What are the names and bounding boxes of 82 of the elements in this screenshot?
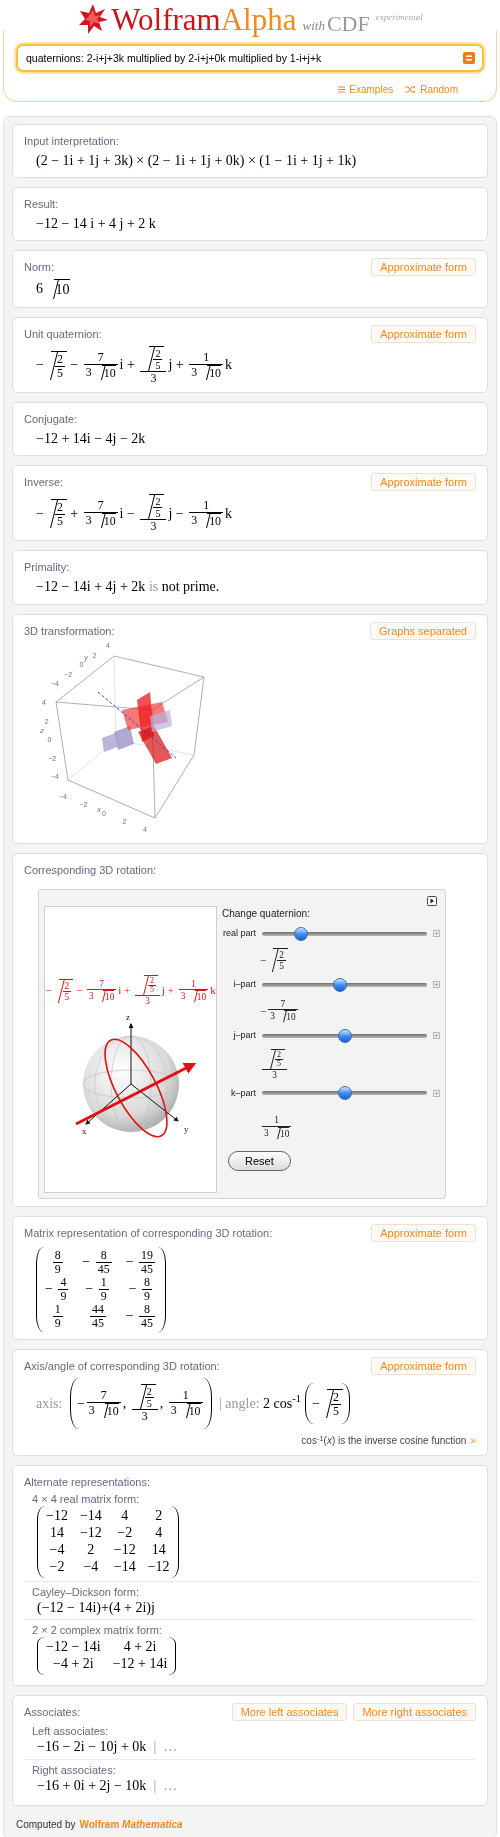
pod-option-button[interactable]: More right associates: [353, 1703, 476, 1721]
formula: 1 3 10: [261, 1115, 293, 1139]
formula: − 7 3 10: [260, 999, 299, 1023]
slider[interactable]: [262, 1028, 427, 1043]
slider-label: j–part: [232, 1028, 256, 1042]
expand-icon[interactable]: [433, 930, 440, 938]
formula: −12 − 14i + 4j + 2k is not prime.: [36, 578, 220, 597]
pod-title: Axis/angle of corresponding 3D rotation:: [24, 1359, 220, 1374]
logo-cdf: CDF: [326, 13, 370, 35]
pod-option-button[interactable]: Approximate form: [371, 473, 476, 492]
slider-label: real part: [222, 926, 256, 940]
slider[interactable]: [262, 977, 427, 992]
logo-wordmark: WolframAlpha: [111, 4, 297, 35]
pod-title: Result:: [24, 197, 59, 212]
original-solid: [102, 731, 120, 752]
formula: (2 − 1i + 1j + 3k) × (2 − 1i + 1j + 0k) × (1 − 1i + 1j + 1k): [36, 152, 357, 170]
axis-label: y: [183, 1124, 188, 1135]
pod-option-button[interactable]: Approximate form: [371, 1357, 476, 1376]
reset-button[interactable]: Reset: [228, 1150, 291, 1172]
section-title: 4 × 4 real matrix form:: [32, 1492, 141, 1507]
search-field[interactable]: quaternions: 2-i+j+3k multiplied by 2-i+j+0k multiplied by 1-i+j+k: [16, 44, 484, 72]
formula: −12 + 14i − 4j − 2k: [36, 429, 146, 448]
axis-label: y: [84, 652, 88, 662]
footer-text: Computed by: [16, 1817, 76, 1832]
pod-title: Inverse:: [24, 475, 64, 490]
expand-icon[interactable]: [433, 981, 440, 989]
slider[interactable]: [262, 926, 427, 941]
pod-title: 3D transformation:: [24, 623, 115, 638]
expand-icon[interactable]: [433, 1089, 440, 1097]
formula: (−12 − 14i)+(4 + 2i)j: [37, 1599, 155, 1617]
footnote: cos$^{-1}$(x) is the inverse cosine function: [301, 1433, 467, 1449]
formula: −12 −14 4 2 14 −12 −2 4 −4 2 −12 14 −2 −4 −14 −12: [37, 1506, 179, 1578]
header-link[interactable]: Examples: [338, 82, 394, 97]
section-title: Right associates:: [32, 1762, 117, 1777]
logo-star-icon: [77, 3, 110, 35]
pod-title: Corresponding 3D rotation:: [24, 862, 157, 877]
expand-icon[interactable]: [433, 1032, 440, 1040]
pod-title: Unit quaternion:: [24, 326, 102, 341]
axis-label: x: [97, 804, 101, 814]
list-icon: [338, 86, 346, 93]
slider[interactable]: [262, 1086, 427, 1101]
section-title: Cayley–Dickson form:: [32, 1584, 140, 1599]
logo-with: with: [302, 16, 325, 35]
pod-title: Primality:: [24, 560, 70, 575]
formula: −12 − 14i 4 + 2i −4 + 2i −12 + 14i: [37, 1637, 177, 1675]
pod-option-button[interactable]: Approximate form: [371, 258, 476, 277]
shuffle-icon: [405, 86, 417, 93]
axis-label: z: [40, 725, 44, 735]
pod-title: Alternate representations:: [24, 1475, 150, 1490]
axis-label: x: [81, 1126, 86, 1137]
header-link[interactable]: Random: [405, 82, 458, 97]
pod-option-button[interactable]: More left associates: [231, 1703, 348, 1721]
axis-label: z: [125, 1012, 130, 1023]
formula: − 2 5: [260, 948, 288, 972]
formula: −12 − 14 i + 4 j + 2 k: [36, 215, 156, 234]
slider-label: k–part: [230, 1086, 256, 1100]
pod-option-button[interactable]: Approximate form: [371, 324, 476, 343]
slider-thumb[interactable]: [332, 977, 347, 992]
pod-title: Input interpretation:: [24, 134, 119, 148]
equals-icon[interactable]: [463, 52, 475, 64]
pod-option-button[interactable]: Graphs separated: [369, 621, 476, 640]
pod-title: Associates:: [24, 1705, 81, 1719]
formula: axis: − 7 3 10 , 2 5 3 , 1 3 10 | angle: 2 cos$^{-1}$ − 2 5: [36, 1378, 354, 1430]
formula: −16 − 2i − 10j + 0k | …: [37, 1739, 178, 1756]
slider-thumb[interactable]: [337, 1028, 352, 1043]
slider-thumb[interactable]: [337, 1086, 352, 1101]
original-solid: [150, 709, 172, 732]
logo-tag: experimental: [375, 11, 423, 25]
pod-title: Conjugate:: [24, 411, 78, 426]
pod-title: Norm:: [24, 260, 54, 275]
more-link[interactable]: »: [470, 1433, 476, 1449]
pod-option-button[interactable]: Approximate form: [371, 1223, 476, 1242]
pod-title: Matrix representation of corresponding 3D rotation:: [24, 1225, 273, 1240]
formula: 6 10: [36, 279, 70, 300]
slider-label: i–part: [232, 977, 256, 991]
slider-thumb[interactable]: [293, 926, 308, 941]
play-icon[interactable]: [427, 895, 437, 906]
controls-title: Change quaternion:: [222, 906, 311, 921]
formula: −16 + 0i + 2j − 10k | …: [37, 1777, 178, 1795]
section-title: Left associates:: [32, 1724, 110, 1738]
footer-link[interactable]: Wolfram Mathematica: [79, 1816, 183, 1832]
section-title: 2 × 2 complex matrix form:: [32, 1623, 163, 1638]
